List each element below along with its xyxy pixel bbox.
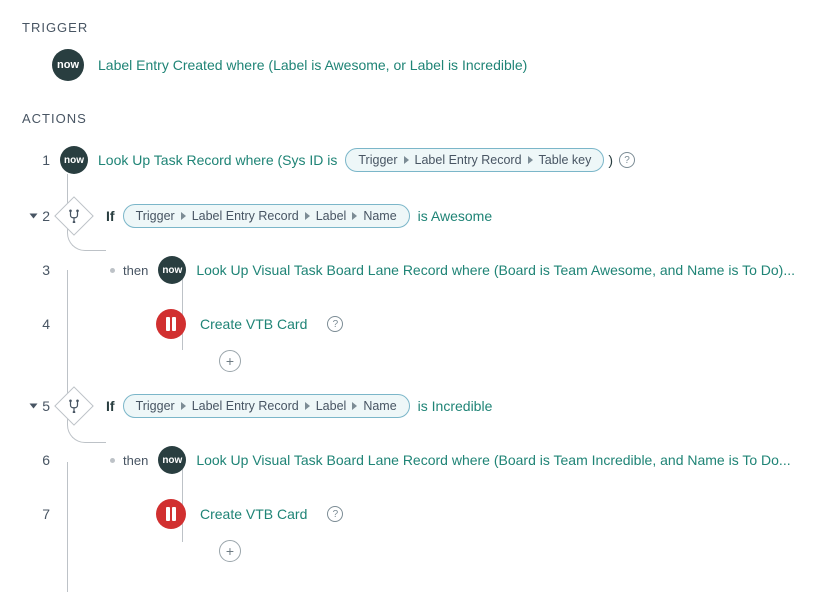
step-number: 3 xyxy=(42,262,50,278)
condition-value: is Awesome xyxy=(418,208,492,224)
if-keyword: If xyxy=(106,208,115,224)
vtb-card-icon xyxy=(156,309,186,339)
step-number: 2 xyxy=(42,208,50,224)
branch-icon xyxy=(54,196,94,236)
add-step-button[interactable]: + xyxy=(219,540,241,562)
then-label: then xyxy=(123,263,148,278)
action-link[interactable]: Look Up Visual Task Board Lane Record wh… xyxy=(196,452,790,468)
info-icon[interactable]: ? xyxy=(327,506,343,522)
if-row-5[interactable]: 5 If Trigger Label Entry Record Label Na… xyxy=(20,386,814,426)
step-number: 1 xyxy=(42,152,50,168)
action-row-6[interactable]: 6 then now Look Up Visual Task Board Lan… xyxy=(20,440,814,480)
dot-icon xyxy=(110,458,115,463)
if-keyword: If xyxy=(106,398,115,414)
condition-value: is Incredible xyxy=(418,398,493,414)
action-row-3[interactable]: 3 then now Look Up Visual Task Board Lan… xyxy=(20,250,814,290)
chevron-right-icon xyxy=(528,156,533,164)
action-row-4[interactable]: 4 Create VTB Card ? xyxy=(20,304,814,344)
data-pill-name[interactable]: Trigger Label Entry Record Label Name xyxy=(123,394,410,418)
if-row-2[interactable]: 2 If Trigger Label Entry Record Label Na… xyxy=(20,196,814,236)
chevron-right-icon xyxy=(352,402,357,410)
step-number: 5 xyxy=(42,398,50,414)
action-link[interactable]: Look Up Task Record where (Sys ID is xyxy=(98,152,337,168)
info-icon[interactable]: ? xyxy=(327,316,343,332)
step-number: 6 xyxy=(42,452,50,468)
data-pill-name[interactable]: Trigger Label Entry Record Label Name xyxy=(123,204,410,228)
chevron-right-icon xyxy=(181,402,186,410)
add-step-button[interactable]: + xyxy=(219,350,241,372)
collapse-caret-icon[interactable] xyxy=(30,214,38,219)
servicenow-icon: now xyxy=(158,256,186,284)
chevron-right-icon xyxy=(305,402,310,410)
servicenow-icon: now xyxy=(60,146,88,174)
action-row-7[interactable]: 7 Create VTB Card ? xyxy=(20,494,814,534)
action-link[interactable]: Create VTB Card xyxy=(200,316,307,332)
dot-icon xyxy=(110,268,115,273)
then-label: then xyxy=(123,453,148,468)
step-number: 4 xyxy=(42,316,50,332)
info-icon[interactable]: ? xyxy=(619,152,635,168)
trigger-link[interactable]: Label Entry Created where (Label is Awes… xyxy=(98,57,527,73)
step-number: 7 xyxy=(42,506,50,522)
servicenow-icon: now xyxy=(52,49,84,81)
section-title-actions: ACTIONS xyxy=(22,111,814,126)
action-link[interactable]: Look Up Visual Task Board Lane Record wh… xyxy=(196,262,795,278)
servicenow-icon: now xyxy=(158,446,186,474)
branch-icon xyxy=(54,386,94,426)
section-title-trigger: TRIGGER xyxy=(22,20,814,35)
vtb-card-icon xyxy=(156,499,186,529)
action-row-1[interactable]: 1 now Look Up Task Record where (Sys ID … xyxy=(20,140,814,180)
chevron-right-icon xyxy=(352,212,357,220)
trigger-row[interactable]: now Label Entry Created where (Label is … xyxy=(52,49,814,81)
collapse-caret-icon[interactable] xyxy=(30,404,38,409)
chevron-right-icon xyxy=(404,156,409,164)
close-paren: ) xyxy=(608,152,613,168)
chevron-right-icon xyxy=(305,212,310,220)
data-pill-sysid[interactable]: Trigger Label Entry Record Table key xyxy=(345,148,604,172)
action-link[interactable]: Create VTB Card xyxy=(200,506,307,522)
chevron-right-icon xyxy=(181,212,186,220)
